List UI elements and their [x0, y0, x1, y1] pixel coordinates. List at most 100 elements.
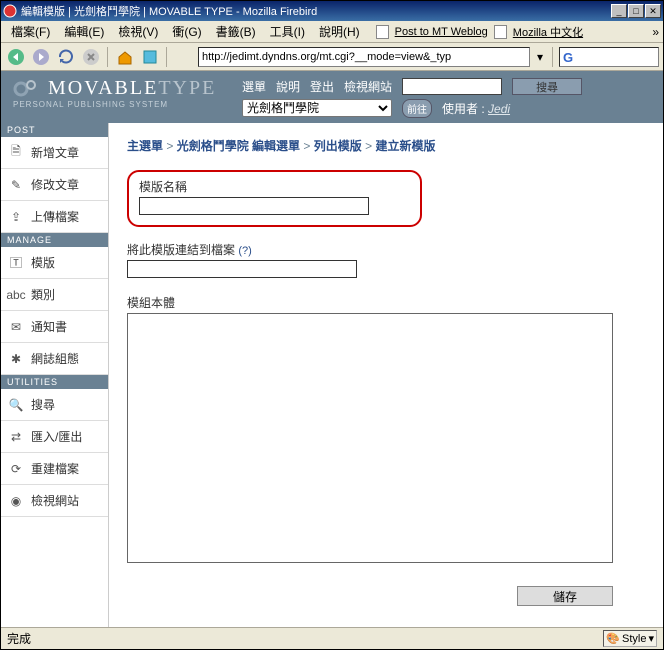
menu-bookmarks[interactable]: 書籤(B): [210, 21, 262, 42]
nav-logout[interactable]: 登出: [310, 78, 334, 95]
eye-icon: ◉: [7, 493, 25, 509]
palette-icon: 🎨: [606, 632, 620, 645]
menu-go[interactable]: 衝(G): [166, 21, 207, 42]
bookmark-mozilla-zh[interactable]: Mozilla 中文化: [509, 22, 587, 42]
gear-icon: [13, 77, 41, 97]
dropdown-icon[interactable]: ▾: [533, 50, 547, 64]
sidebar-item-label: 模版: [31, 254, 55, 271]
sidebar-item-label: 通知書: [31, 318, 67, 335]
brand-logo: MOVABLETYPE: [13, 77, 224, 100]
nav-toolbar: http://jedimt.dyndns.org/mt.cgi?__mode=v…: [1, 43, 663, 71]
maximize-button[interactable]: □: [628, 4, 644, 18]
minimize-button[interactable]: _: [611, 4, 627, 18]
search-icon: 🔍: [7, 397, 25, 413]
sidebar-item-label: 修改文章: [31, 176, 79, 193]
menu-help[interactable]: 說明(H): [313, 21, 366, 42]
back-button[interactable]: [5, 46, 27, 68]
home-button[interactable]: [114, 46, 136, 68]
menu-bar: 檔案(F) 編輯(E) 檢視(V) 衝(G) 書籤(B) 工具(I) 說明(H)…: [1, 21, 663, 43]
url-text: http://jedimt.dyndns.org/mt.cgi?__mode=v…: [202, 51, 451, 63]
sidebar-head-post: POST: [1, 123, 108, 137]
brand-subtitle: PERSONAL PUBLISHING SYSTEM: [13, 100, 224, 109]
sidebar-templates[interactable]: 🅃 模版: [1, 247, 108, 279]
nav-help[interactable]: 說明: [276, 78, 300, 95]
bookmark-button[interactable]: [139, 46, 161, 68]
breadcrumb-current: 建立新模版: [375, 139, 435, 153]
import-export-icon: ⇄: [7, 429, 25, 445]
sidebar-item-label: 檢視網站: [31, 492, 79, 509]
category-icon: abc: [7, 287, 25, 303]
help-icon[interactable]: (?): [238, 245, 251, 257]
reload-button[interactable]: [55, 46, 77, 68]
google-icon: G: [563, 50, 577, 64]
menu-view[interactable]: 檢視(V): [112, 21, 164, 42]
config-icon: ✱: [7, 351, 25, 367]
sidebar-import-export[interactable]: ⇄ 匯入/匯出: [1, 421, 108, 453]
header-search-input[interactable]: [402, 78, 502, 95]
chevron-down-icon: ▾: [648, 632, 654, 645]
sidebar-item-label: 類別: [31, 286, 55, 303]
save-button[interactable]: 儲存: [517, 586, 613, 606]
link-file-input[interactable]: [127, 260, 357, 278]
sidebar-item-label: 新增文章: [31, 144, 79, 161]
blog-select[interactable]: 光劍格鬥學院: [242, 99, 392, 117]
template-body-label: 模組本體: [127, 294, 645, 311]
sidebar-search[interactable]: 🔍 搜尋: [1, 389, 108, 421]
breadcrumb-item[interactable]: 列出模版: [314, 139, 362, 153]
nav-viewsite[interactable]: 檢視網站: [344, 78, 392, 95]
sidebar-edit-entry[interactable]: ✎ 修改文章: [1, 169, 108, 201]
status-text: 完成: [7, 630, 31, 647]
sidebar-item-label: 網誌組態: [31, 350, 79, 367]
close-button[interactable]: ✕: [645, 4, 661, 18]
menu-tools[interactable]: 工具(I): [264, 21, 311, 42]
sidebar-blog-config[interactable]: ✱ 網誌組態: [1, 343, 108, 375]
style-dropdown[interactable]: 🎨 Style ▾: [603, 630, 657, 647]
bookmark-post-mt[interactable]: Post to MT Weblog: [391, 24, 492, 40]
breadcrumb-item[interactable]: 光劍格鬥學院 編輯選單: [177, 139, 300, 153]
template-name-label: 模版名稱: [139, 178, 410, 195]
mail-icon: ✉: [7, 319, 25, 335]
upload-icon: ⇪: [7, 209, 25, 225]
chevron-right-icon[interactable]: »: [652, 25, 659, 39]
user-label: 使用者 : Jedi: [442, 100, 510, 117]
page-icon: [494, 25, 507, 39]
template-icon: 🅃: [7, 255, 25, 271]
breadcrumb: 主選單 > 光劍格鬥學院 編輯選單 > 列出模版 > 建立新模版: [127, 137, 645, 154]
menu-file[interactable]: 檔案(F): [5, 21, 56, 42]
mt-header: MOVABLETYPE PERSONAL PUBLISHING SYSTEM 選…: [1, 71, 663, 123]
document-icon: 🗎: [7, 145, 25, 161]
user-link[interactable]: Jedi: [488, 102, 510, 116]
sidebar-rebuild[interactable]: ⟳重建檔案: [1, 453, 108, 485]
window-title: 編輯模版 | 光劍格鬥學院 | MOVABLE TYPE - Mozilla F…: [21, 3, 611, 19]
sidebar-upload[interactable]: ⇪ 上傳檔案: [1, 201, 108, 233]
forward-button[interactable]: [30, 46, 52, 68]
address-bar[interactable]: http://jedimt.dyndns.org/mt.cgi?__mode=v…: [198, 47, 530, 67]
sidebar-view-site[interactable]: ◉ 檢視網站: [1, 485, 108, 517]
template-body-textarea[interactable]: [127, 313, 613, 563]
edit-icon: ✎: [7, 177, 25, 193]
search-box[interactable]: G: [559, 47, 659, 67]
status-bar: 完成 🎨 Style ▾: [1, 627, 663, 649]
template-name-input[interactable]: [139, 197, 369, 215]
sidebar-item-label: 匯入/匯出: [31, 428, 82, 445]
nav-menu[interactable]: 選單: [242, 78, 266, 95]
template-name-group-highlight: 模版名稱: [127, 170, 422, 227]
go-button[interactable]: 前往: [402, 99, 432, 118]
stop-button[interactable]: [80, 46, 102, 68]
sidebar-head-manage: MANAGE: [1, 233, 108, 247]
menu-edit[interactable]: 編輯(E): [58, 21, 110, 42]
svg-text:G: G: [563, 50, 573, 64]
sidebar-notifications[interactable]: ✉ 通知書: [1, 311, 108, 343]
breadcrumb-item[interactable]: 主選單: [127, 139, 163, 153]
link-file-label: 將此模版連結到檔案 (?): [127, 241, 645, 258]
sidebar-item-label: 上傳檔案: [31, 208, 79, 225]
header-search-button[interactable]: 搜尋: [512, 78, 582, 95]
sidebar-new-entry[interactable]: 🗎 新增文章: [1, 137, 108, 169]
window-titlebar: 編輯模版 | 光劍格鬥學院 | MOVABLE TYPE - Mozilla F…: [1, 1, 663, 21]
sidebar-item-label: 搜尋: [31, 396, 55, 413]
page-icon: [173, 46, 195, 68]
sidebar-head-utilities: UTILITIES: [1, 375, 108, 389]
sidebar-item-label: 重建檔案: [31, 460, 79, 477]
main-content: 主選單 > 光劍格鬥學院 編輯選單 > 列出模版 > 建立新模版 模版名稱 將此…: [109, 123, 663, 647]
sidebar-categories[interactable]: abc 類別: [1, 279, 108, 311]
